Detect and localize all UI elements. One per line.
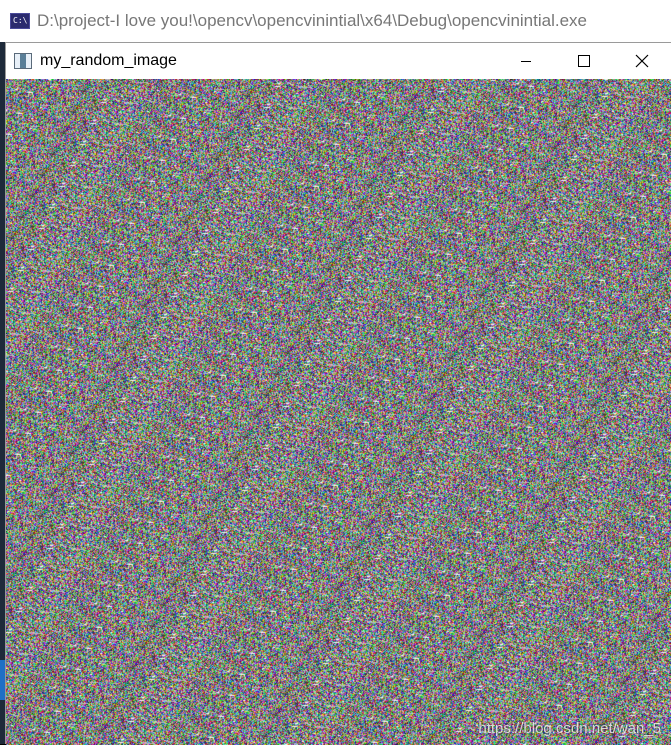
caption-buttons <box>497 43 671 79</box>
console-app-icon: C:\ <box>10 13 30 29</box>
opencv-window-icon[interactable] <box>14 53 32 69</box>
random-image-display[interactable]: https://blog.csdn.net/wan_5 <box>6 79 671 745</box>
minimize-button[interactable] <box>497 43 555 79</box>
window-title: my_random_image <box>40 52 177 69</box>
console-title: D:\project-I love you!\opencv\opencvinin… <box>37 11 587 30</box>
minimize-icon <box>521 61 531 62</box>
console-titlebar: C:\ D:\project-I love you!\opencv\opencv… <box>0 0 671 42</box>
maximize-icon <box>578 55 590 67</box>
close-button[interactable] <box>613 43 671 79</box>
window-titlebar[interactable]: my_random_image <box>6 43 671 79</box>
watermark: https://blog.csdn.net/wan_5 <box>478 720 661 737</box>
random-noise-image <box>6 79 671 745</box>
maximize-button[interactable] <box>555 43 613 79</box>
opencv-window[interactable]: my_random_image https://blog.csdn.net/wa… <box>5 42 671 745</box>
close-icon <box>635 54 649 68</box>
